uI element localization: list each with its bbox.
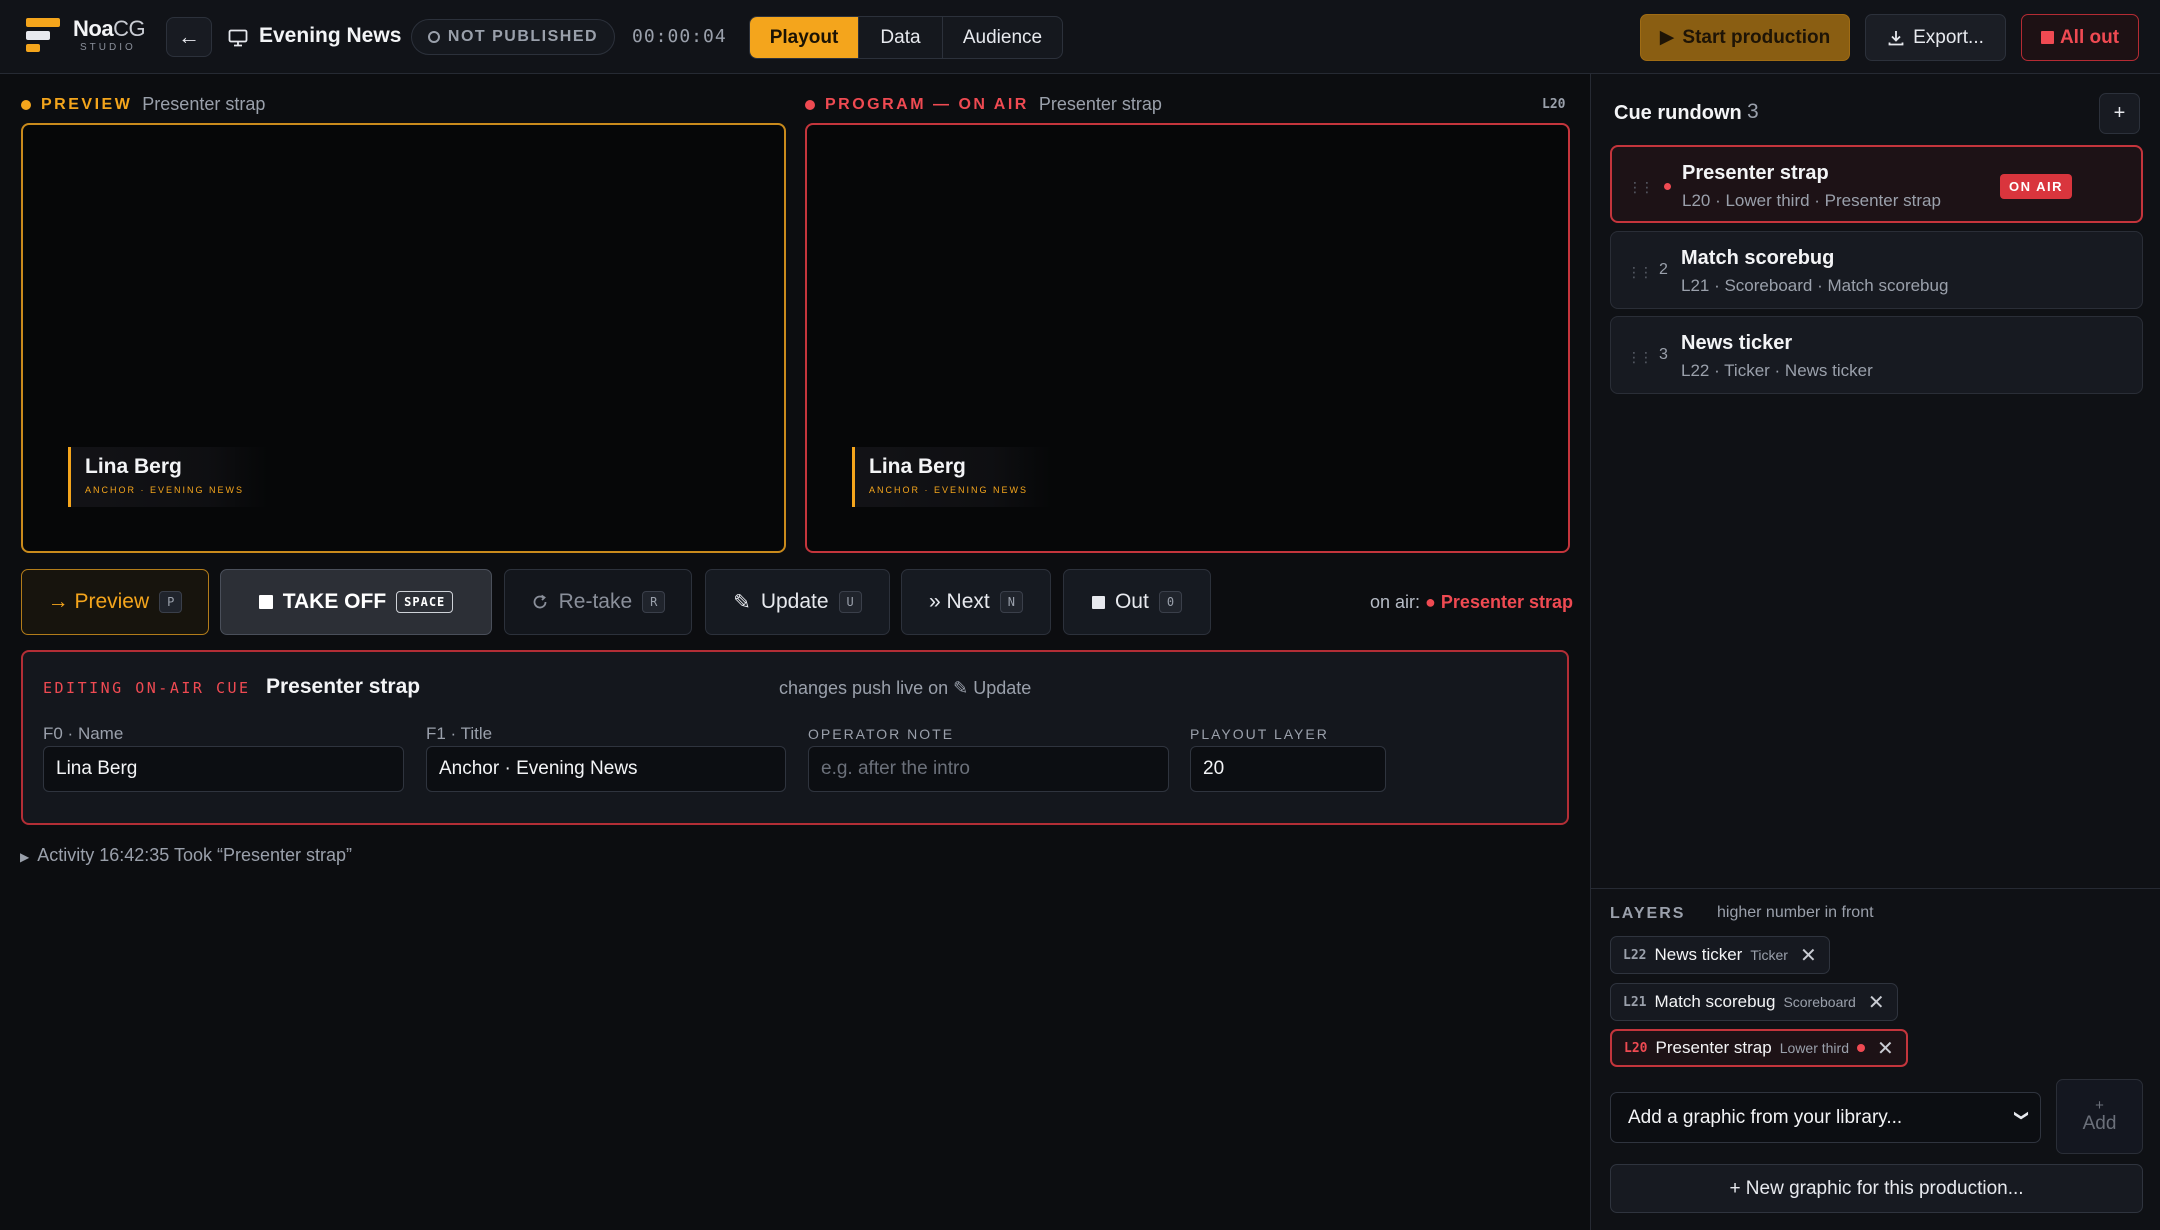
tab-playout[interactable]: Playout [750, 17, 859, 58]
app-subtitle: STUDIO [80, 42, 136, 53]
preview-lower-third: Lina Berg ANCHOR · EVENING NEWS [68, 447, 268, 507]
refresh-icon [533, 594, 547, 609]
layer-chip[interactable]: L22 News ticker Ticker ✕ [1610, 936, 1830, 974]
rundown-title: Cue rundown [1614, 102, 1742, 124]
activity-log-toggle[interactable]: ▶ Activity 16:42:35 Took “Presenter strap… [20, 845, 352, 866]
close-icon[interactable]: ✕ [1877, 1036, 1894, 1061]
export-button[interactable]: Export... [1865, 14, 2006, 61]
editor-cue-name: Presenter strap [266, 675, 421, 698]
rundown-count: 3 [1747, 100, 1759, 123]
new-graphic-button[interactable]: + New graphic for this production... [1610, 1164, 2143, 1213]
stop-icon [1091, 595, 1105, 609]
production-timer: 00:00:04 [632, 26, 727, 47]
back-button[interactable]: ← [166, 17, 212, 57]
out-button[interactable]: Out 0 [1063, 569, 1211, 635]
tab-data[interactable]: Data [859, 17, 943, 58]
cue-item[interactable]: ⋮⋮ 3 News ticker L22 · Ticker · News tic… [1610, 316, 2143, 394]
drag-handle-icon[interactable]: ⋮⋮ [1628, 179, 1654, 196]
editor-tag: EDITING ON-AIR CUE [43, 679, 251, 697]
add-cue-button[interactable]: + [2099, 93, 2140, 134]
program-layer-tag: L20 [1542, 97, 1566, 112]
add-graphic-button[interactable]: + Add [2056, 1079, 2143, 1154]
playout-layer-field[interactable]: 20 [1190, 746, 1386, 792]
take-off-button[interactable]: TAKE OFF SPACE [220, 569, 492, 635]
title-field[interactable]: Anchor · Evening News [426, 746, 786, 792]
cue-sidebar: Cue rundown 3 + ⋮⋮ Presenter strap L20 ·… [1590, 74, 2160, 1230]
on-air-status: on air: ● Presenter strap [1370, 592, 1573, 612]
top-bar: NoaCG STUDIO ← Evening News NOT PUBLISHE… [0, 0, 2160, 74]
program-label: PROGRAM — ON AIR Presenter strap [805, 94, 1162, 115]
production-title: Evening News [259, 24, 402, 47]
retake-button[interactable]: Re-take R [504, 569, 692, 635]
field-label-operator-note: OPERATOR NOTE [808, 726, 955, 742]
status-ring-icon [427, 31, 440, 43]
next-button[interactable]: » Next N [901, 569, 1051, 635]
layers-subtitle: higher number in front [1717, 904, 1874, 921]
close-icon[interactable]: ✕ [1800, 943, 1817, 968]
monitor-icon [228, 29, 248, 47]
field-label-title: F1 · Title [426, 724, 493, 743]
on-air-cue-editor: EDITING ON-AIR CUE Presenter strap chang… [21, 650, 1569, 825]
live-dot-icon [1856, 1044, 1865, 1052]
library-select[interactable]: Add a graphic from your library... ❯ [1610, 1092, 2041, 1143]
noacg-logo [26, 18, 62, 52]
field-label-name: F0 · Name [43, 724, 124, 743]
stop-icon [2040, 31, 2054, 44]
on-air-badge: ON AIR [2000, 174, 2073, 199]
start-production-button[interactable]: ▶ Start production [1640, 14, 1850, 61]
close-icon[interactable]: ✕ [1868, 990, 1885, 1015]
name-field[interactable]: Lina Berg [43, 746, 404, 792]
all-out-button[interactable]: All out [2021, 14, 2139, 61]
field-label-playout-layer: PLAYOUT LAYER [1190, 726, 1329, 742]
layer-chip[interactable]: L20 Presenter strap Lower third ✕ [1610, 1029, 1908, 1067]
send-to-preview-button[interactable]: → Preview P [21, 569, 209, 635]
preview-monitor: Lina Berg ANCHOR · EVENING NEWS [21, 123, 786, 553]
preview-dot-icon [21, 99, 31, 110]
pencil-icon: ✎ [733, 590, 751, 614]
drag-handle-icon[interactable]: ⋮⋮ [1627, 264, 1653, 281]
update-button[interactable]: ✎ Update U [705, 569, 890, 635]
program-dot-icon [805, 99, 815, 110]
view-tabs: Playout Data Audience [749, 16, 1063, 59]
app-name: NoaCG [73, 16, 146, 41]
cue-item[interactable]: ⋮⋮ Presenter strap L20 · Lower third · P… [1610, 145, 2143, 223]
drag-handle-icon[interactable]: ⋮⋮ [1627, 349, 1653, 366]
operator-note-field[interactable]: e.g. after the intro [808, 746, 1169, 792]
tab-audience[interactable]: Audience [943, 17, 1062, 58]
chevron-down-icon: ❯ [2014, 1109, 2031, 1122]
expand-triangle-icon: ▶ [20, 850, 30, 864]
program-monitor: Lina Berg ANCHOR · EVENING NEWS [805, 123, 1570, 553]
editor-note: changes push live on ✎ Update [779, 678, 1032, 698]
preview-label: PREVIEW Presenter strap [21, 94, 265, 115]
live-dot-icon [1664, 183, 1671, 190]
play-icon: ▶ [1659, 27, 1675, 48]
stop-icon [258, 595, 273, 609]
publish-status-badge: NOT PUBLISHED [411, 19, 615, 55]
layers-title: LAYERS [1610, 905, 1686, 922]
layer-chip[interactable]: L21 Match scorebug Scoreboard ✕ [1610, 983, 1898, 1021]
divider [1591, 888, 2160, 889]
cue-item[interactable]: ⋮⋮ 2 Match scorebug L21 · Scoreboard · M… [1610, 231, 2143, 309]
download-icon [1888, 30, 1904, 45]
program-lower-third: Lina Berg ANCHOR · EVENING NEWS [852, 447, 1052, 507]
